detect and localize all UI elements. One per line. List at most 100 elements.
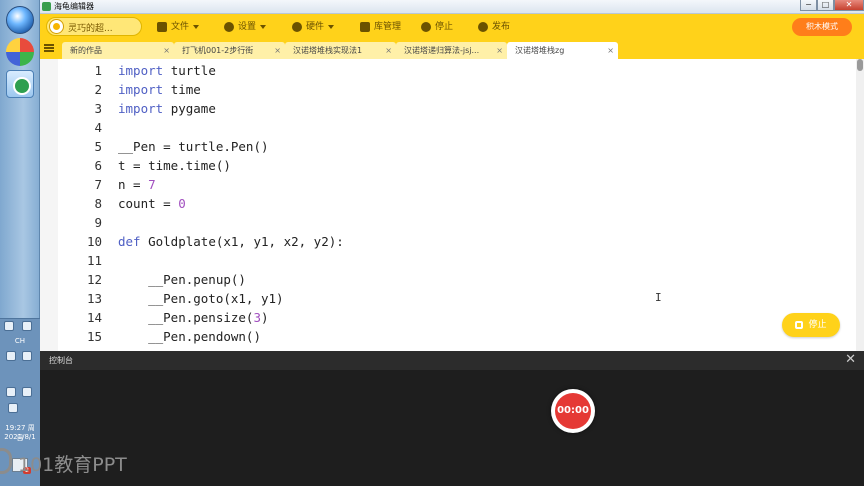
keyword-token: import: [118, 101, 164, 116]
menu-stop[interactable]: 停止: [421, 18, 453, 36]
menu-file[interactable]: 文件: [157, 18, 200, 36]
maximize-button[interactable]: □: [817, 0, 834, 11]
tab-hanoi-stack-1[interactable]: 汉诺塔堆栈实现法1 ×: [285, 42, 396, 59]
number-token: 7: [148, 177, 156, 192]
record-timer-button[interactable]: 00:00: [551, 389, 595, 433]
menu-file-label: 文件: [171, 22, 190, 32]
code-line[interactable]: 3 import pygame: [58, 99, 848, 118]
line-number: 3: [94, 101, 102, 116]
code-line[interactable]: 5 __Pen = turtle.Pen(): [58, 137, 848, 156]
code-line[interactable]: 9: [58, 213, 848, 232]
stop-run-button[interactable]: 停止: [782, 313, 840, 337]
taskbar: CH 19:27 周日 2021/8/1 2: [0, 0, 40, 486]
code-token: n =: [118, 177, 149, 192]
menu-publish[interactable]: 发布: [478, 18, 510, 36]
app-launcher-icon[interactable]: [6, 38, 34, 66]
menu-hardware[interactable]: 硬件: [292, 18, 335, 36]
minimize-button[interactable]: −: [800, 0, 817, 11]
menu-library[interactable]: 库管理: [360, 18, 401, 36]
code-token: pygame: [170, 101, 216, 116]
menu-icon[interactable]: [44, 44, 54, 52]
code-line[interactable]: 12 __Pen.penup(): [58, 270, 848, 289]
code-token: __Pen.penup(): [118, 272, 246, 287]
scrollbar-thumb[interactable]: [857, 59, 863, 71]
tab-hanoi-stack-zg[interactable]: 汉诺塔堆栈zg ×: [507, 42, 618, 59]
project-selector[interactable]: 灵巧的超...: [46, 17, 142, 36]
code-line[interactable]: 1 import turtle: [58, 61, 848, 80]
file-icon: [157, 21, 167, 32]
code-text[interactable]: __Pen.penup(): [118, 270, 246, 289]
menu-settings[interactable]: 设置: [224, 18, 267, 36]
code-line[interactable]: 10 def Goldplate(x1, y1, x2, y2):: [58, 232, 848, 251]
line-number: 14: [86, 310, 102, 325]
tray-toggle-icon[interactable]: [22, 321, 32, 331]
code-lines[interactable]: 1 import turtle 2 import time 3 import pygame…: [58, 61, 848, 346]
close-button[interactable]: ✕: [834, 0, 864, 11]
code-token: __Pen.goto(x1, y1): [118, 291, 284, 306]
menu-stop-label: 停止: [435, 22, 454, 32]
code-text[interactable]: __Pen.pendown(): [118, 327, 261, 346]
close-icon[interactable]: ×: [385, 42, 392, 59]
language-indicator[interactable]: CH: [2, 337, 38, 345]
code-token: count =: [118, 196, 179, 211]
code-text[interactable]: import turtle: [118, 61, 216, 80]
volume-icon[interactable]: [22, 387, 32, 397]
window-title: 海龟编辑器: [54, 2, 94, 11]
code-text[interactable]: t = time.time(): [118, 156, 231, 175]
line-number: 11: [86, 253, 102, 268]
code-text[interactable]: __Pen.goto(x1, y1): [118, 289, 284, 308]
tab-hanoi-recursive[interactable]: 汉诺塔递归算法-jsj... ×: [396, 42, 507, 59]
tab-label: 汉诺塔递归算法-jsj...: [404, 46, 480, 55]
gear-icon: [224, 21, 234, 32]
tab-label: 汉诺塔堆栈实现法1: [293, 46, 363, 55]
close-icon[interactable]: ×: [163, 42, 170, 59]
code-text[interactable]: n = 7: [118, 175, 156, 194]
help-icon[interactable]: [6, 351, 16, 361]
keyword-token: import: [118, 63, 164, 78]
code-text[interactable]: import pygame: [118, 99, 216, 118]
code-line[interactable]: 8 count = 0: [58, 194, 848, 213]
notification-icon[interactable]: [8, 403, 18, 413]
menu-hardware-label: 硬件: [306, 22, 325, 32]
code-text[interactable]: __Pen = turtle.Pen(): [118, 137, 269, 156]
close-icon[interactable]: ×: [607, 42, 614, 59]
code-line[interactable]: 6 t = time.time(): [58, 156, 848, 175]
clock-date[interactable]: 2021/8/1: [2, 433, 38, 441]
chevron-down-icon: [260, 24, 267, 29]
code-token: __Pen.pendown(): [118, 329, 261, 344]
line-number: 4: [94, 120, 102, 135]
console-close-icon[interactable]: ✕: [845, 352, 856, 367]
console-title: 控制台: [49, 356, 73, 365]
tray-toggle-icon[interactable]: [4, 321, 14, 331]
menu-publish-label: 发布: [492, 22, 511, 32]
code-line[interactable]: 4: [58, 118, 848, 137]
code-editor[interactable]: 1 import turtle 2 import time 3 import pygame…: [40, 59, 864, 351]
tab-label: 打飞机001-2步行街: [182, 46, 254, 55]
code-text[interactable]: __Pen.pensize(3): [118, 308, 268, 327]
block-mode-button[interactable]: 积木模式: [792, 18, 852, 36]
code-text[interactable]: import time: [118, 80, 201, 99]
tab-new-work[interactable]: 新的作品 ×: [62, 42, 174, 59]
close-icon[interactable]: ×: [274, 42, 281, 59]
project-name: 灵巧的超...: [68, 24, 113, 34]
tab-plane-game[interactable]: 打飞机001-2步行街 ×: [174, 42, 285, 59]
turtle-editor-taskbar-icon[interactable]: [6, 70, 34, 98]
code-line[interactable]: 14 __Pen.pensize(3): [58, 308, 848, 327]
code-line[interactable]: 7n = 7: [58, 175, 848, 194]
app-window: 海龟编辑器 − □ ✕ 灵巧的超... 文件 设置 硬件 库管理 停止 发布 积…: [40, 0, 864, 486]
code-line[interactable]: 13 __Pen.goto(x1, y1): [58, 289, 848, 308]
vertical-scrollbar[interactable]: [856, 59, 864, 351]
code-line[interactable]: 2 import time: [58, 80, 848, 99]
start-button[interactable]: [6, 6, 34, 34]
close-icon[interactable]: ×: [496, 42, 503, 59]
code-line[interactable]: 11: [58, 251, 848, 270]
code-line[interactable]: 15 __Pen.pendown(): [58, 327, 848, 346]
code-token: time: [170, 82, 201, 97]
code-text[interactable]: count = 0: [118, 194, 186, 213]
code-token: __Pen = turtle.Pen(): [118, 139, 269, 154]
record-timer: 00:00: [555, 393, 591, 429]
menu-bar: 灵巧的超... 文件 设置 硬件 库管理 停止 发布 积木模式: [40, 14, 864, 40]
keyboard-icon[interactable]: [22, 351, 32, 361]
network-icon[interactable]: [6, 387, 16, 397]
code-text[interactable]: def Goldplate(x1, y1, x2, y2):: [118, 232, 344, 251]
